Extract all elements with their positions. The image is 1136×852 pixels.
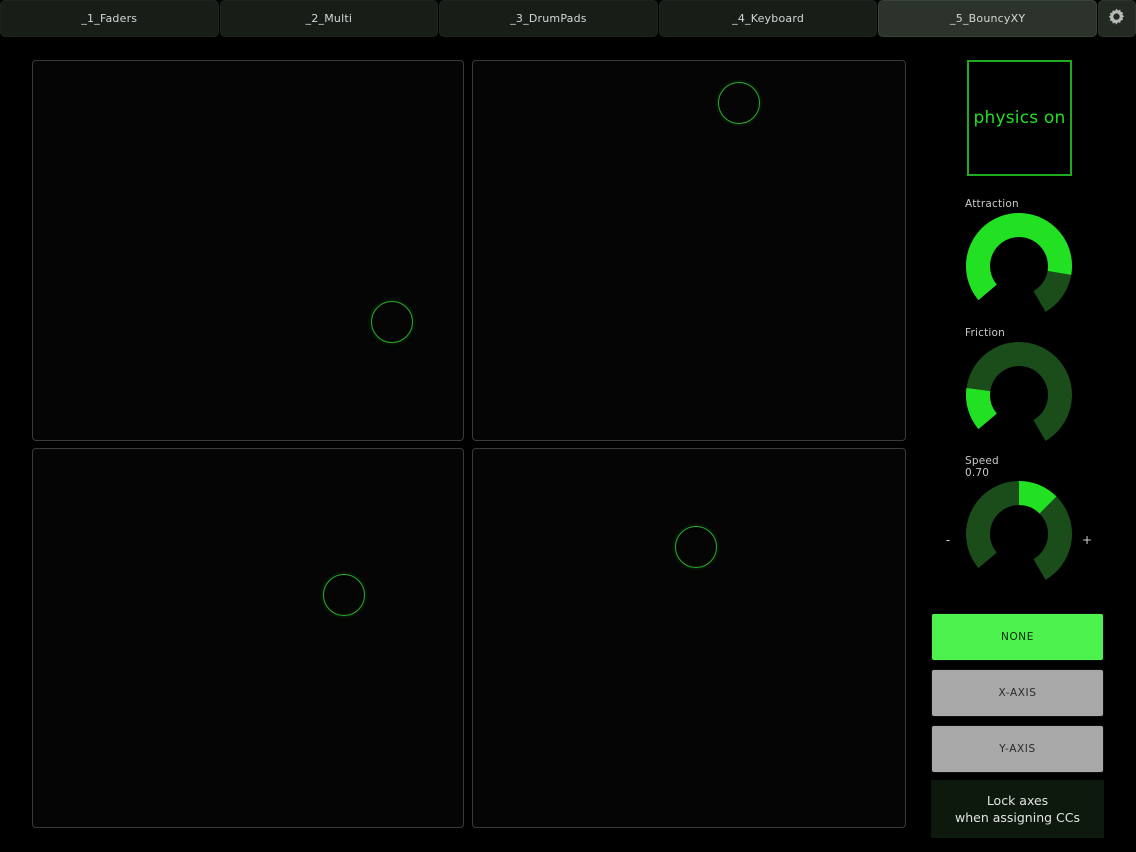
- cc-button-none[interactable]: NONE: [931, 613, 1104, 661]
- knob-caption-attraction: Attraction: [965, 198, 1019, 210]
- xy-pad-2[interactable]: [472, 60, 906, 441]
- gear-icon: [1105, 7, 1128, 30]
- xy-ball[interactable]: [371, 301, 413, 343]
- speed-increment-button[interactable]: +: [1080, 533, 1094, 547]
- knob-caption-speed: Speed: [965, 455, 999, 467]
- cc-button-label: NONE: [1000, 631, 1034, 643]
- knob-speed[interactable]: [965, 480, 1073, 588]
- xy-ball[interactable]: [718, 82, 760, 124]
- cc-button-label: X-AXIS: [998, 687, 1037, 699]
- physics-toggle-label: physics on: [973, 108, 1066, 128]
- xy-pad-1[interactable]: [32, 60, 464, 441]
- control-panel: physics on Attraction Friction Speed 0.7…: [920, 40, 1136, 852]
- tab-1-faders[interactable]: _1_Faders: [0, 0, 219, 37]
- knob-friction[interactable]: [965, 341, 1073, 449]
- xy-pad-4[interactable]: [472, 448, 906, 828]
- tab-label: _1_Faders: [81, 12, 138, 25]
- physics-toggle-button[interactable]: physics on: [967, 60, 1072, 176]
- tab-bar: _1_Faders _2_Multi _3_DrumPads _4_Keyboa…: [0, 0, 1136, 37]
- knob-caption-friction: Friction: [965, 327, 1005, 339]
- cc-button-label: Y-AXIS: [999, 743, 1036, 755]
- tab-4-keyboard[interactable]: _4_Keyboard: [658, 0, 878, 37]
- tab-label: _4_Keyboard: [732, 12, 805, 25]
- cc-button-y-axis[interactable]: Y-AXIS: [931, 725, 1104, 773]
- xy-pad-3[interactable]: [32, 448, 464, 828]
- lock-axes-note: Lock axes when assigning CCs: [931, 780, 1104, 838]
- knob-value-speed: 0.70: [965, 467, 990, 479]
- xy-ball[interactable]: [675, 526, 717, 568]
- tab-label: _5_BouncyXY: [950, 12, 1026, 25]
- tab-2-multi[interactable]: _2_Multi: [219, 0, 439, 37]
- xy-ball[interactable]: [323, 574, 365, 616]
- tab-label: _2_Multi: [305, 12, 353, 25]
- tab-5-bouncyxy[interactable]: _5_BouncyXY: [878, 0, 1097, 37]
- lock-axes-note-line1: Lock axes: [986, 793, 1049, 808]
- knob-attraction[interactable]: [965, 212, 1073, 320]
- settings-button[interactable]: [1097, 0, 1136, 37]
- lock-axes-note-line2: when assigning CCs: [954, 810, 1081, 825]
- cc-button-x-axis[interactable]: X-AXIS: [931, 669, 1104, 717]
- tab-label: _3_DrumPads: [510, 12, 587, 25]
- tab-3-drumpads[interactable]: _3_DrumPads: [439, 0, 658, 37]
- speed-decrement-button[interactable]: -: [941, 533, 955, 547]
